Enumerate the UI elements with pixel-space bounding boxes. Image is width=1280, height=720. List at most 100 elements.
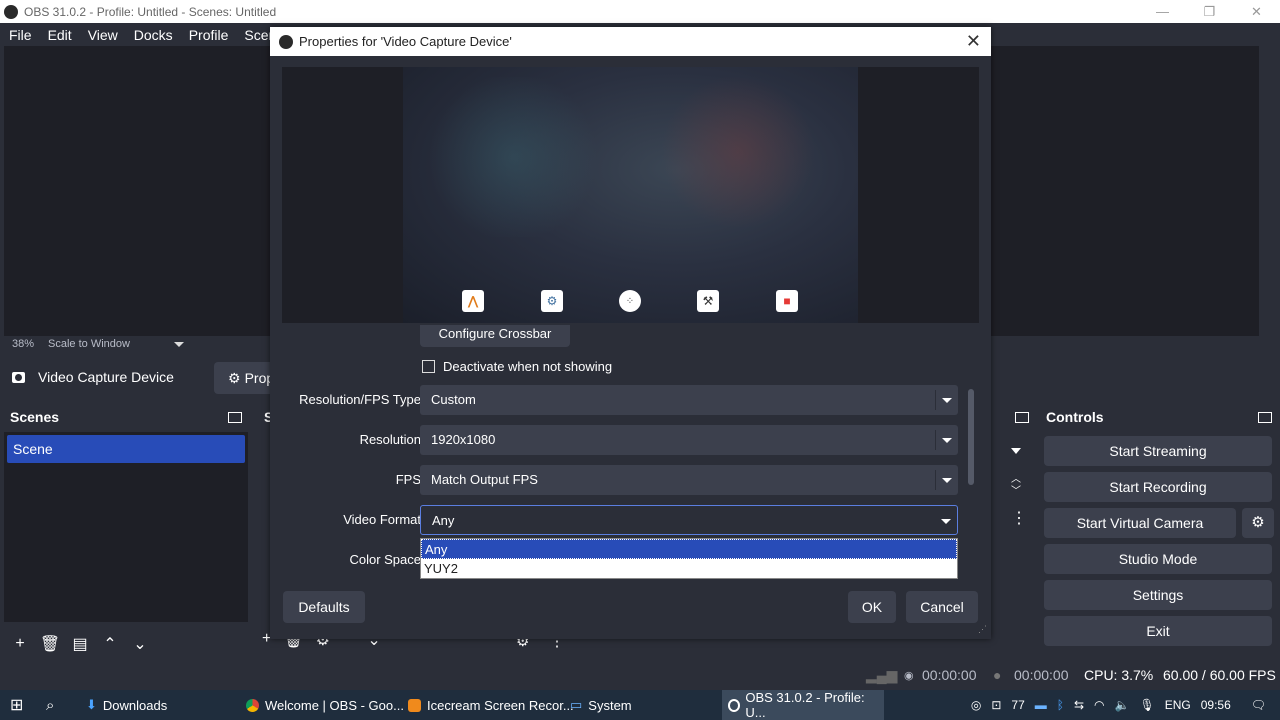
window-controls: — ❐ ✕ [1139, 0, 1280, 23]
audio-mixer-header [991, 406, 1037, 428]
start-button[interactable]: ⊞ [10, 690, 23, 720]
menu-profile[interactable]: Profile [181, 27, 237, 43]
undock-icon[interactable] [228, 411, 242, 423]
selected-source: Video Capture Device [12, 369, 174, 385]
title-bar: OBS 31.0.2 - Profile: Untitled - Scenes:… [0, 0, 1280, 23]
resolution-select[interactable]: 1920x1080 [420, 425, 958, 455]
record-app-icon: ■ [776, 290, 798, 312]
microphone-icon[interactable]: 🎙 [1139, 698, 1154, 712]
resolution-fps-type-row: Resolution/FPS Type Custom [282, 385, 979, 415]
deactivate-checkbox-row[interactable]: Deactivate when not showing [422, 359, 612, 374]
filter-icon[interactable]: ▤ [70, 634, 90, 654]
add-scene-icon[interactable]: + [10, 634, 30, 654]
search-icon[interactable]: ⌕ [46, 690, 54, 720]
record-status-icon: ● [993, 667, 1002, 683]
tools-app-icon: ⚒ [697, 290, 719, 312]
obs-logo-icon [279, 34, 293, 49]
settings-button[interactable]: Settings [1044, 580, 1272, 610]
maximize-button[interactable]: ❐ [1186, 0, 1233, 23]
icecream-recorder-icon [408, 698, 421, 712]
scenes-toolbar: + 🗑 ▤ ⌃ ⌄ [10, 634, 150, 654]
start-streaming-button[interactable]: Start Streaming [1044, 436, 1272, 466]
minimize-button[interactable]: — [1139, 0, 1186, 23]
configure-crossbar-button[interactable]: Configure Crossbar [420, 325, 570, 347]
deactivate-label: Deactivate when not showing [443, 359, 613, 374]
chrome-icon [246, 698, 259, 712]
menu-file[interactable]: File [0, 27, 40, 43]
taskbar-app-obs[interactable]: OBS 31.0.2 - Profile: U... [722, 690, 884, 720]
network-share-icon[interactable]: ⇆ [1074, 698, 1084, 712]
undock-icon[interactable] [1258, 411, 1272, 423]
menu-docks[interactable]: Docks [126, 27, 181, 43]
fps-readout: 60.00 / 60.00 FPS [1163, 667, 1276, 683]
chevron-down-icon [942, 398, 952, 403]
dialog-title: Properties for 'Video Capture Device' [299, 34, 512, 49]
resize-grip-icon[interactable]: ⋰ [978, 624, 987, 635]
settings-app-icon: ⚙ [541, 290, 563, 312]
zoom-level: 38% [12, 338, 35, 350]
obs-tray-icon[interactable]: ◎ [971, 698, 981, 712]
screenshot-tray-icon[interactable]: ⊡ [991, 698, 1001, 712]
controls-dock-header: Controls [1040, 406, 1280, 428]
scenes-list: Scene [4, 432, 248, 622]
fps-select[interactable]: Match Output FPS [420, 465, 958, 495]
move-up-icon[interactable]: ⌃ [100, 634, 120, 654]
select-value: 1920x1080 [431, 432, 496, 447]
scrollbar-thumb[interactable] [968, 389, 974, 485]
start-virtual-camera-button[interactable]: Start Virtual Camera [1044, 508, 1236, 538]
select-value: Custom [431, 392, 476, 407]
stepper-icon[interactable]: ︿ ﹀ [1011, 474, 1021, 498]
language-indicator[interactable]: ENG [1165, 698, 1191, 712]
properties-scrollbar[interactable] [967, 327, 975, 485]
trash-icon[interactable]: 🗑 [40, 634, 60, 654]
close-button[interactable]: ✕ [1233, 0, 1280, 23]
start-recording-button[interactable]: Start Recording [1044, 472, 1272, 502]
sources-dock: S [256, 406, 273, 660]
taskbar-app-system[interactable]: ▭ System [564, 690, 638, 720]
resolution-fps-type-select[interactable]: Custom [420, 385, 958, 415]
tray-counter[interactable]: 77 [1011, 698, 1024, 712]
taskbar-app-label: Downloads [102, 697, 168, 713]
taskbar-app-label: Icecream Screen Recor... [427, 697, 574, 713]
bluetooth-icon[interactable]: ᛒ [1057, 698, 1064, 712]
more-options-icon[interactable]: ⋮ [1011, 508, 1027, 528]
exit-button[interactable]: Exit [1044, 616, 1272, 646]
taskbar-app-icecream[interactable]: Icecream Screen Recor... [402, 690, 580, 720]
taskbar-app-downloads[interactable]: ⬇ Downloads [80, 690, 173, 720]
scenes-dock: Scenes Scene + 🗑 ▤ ⌃ ⌄ [2, 406, 250, 660]
window-title: OBS 31.0.2 - Profile: Untitled - Scenes:… [24, 4, 277, 19]
chevron-down-icon[interactable] [173, 341, 184, 347]
dialog-close-button[interactable]: ✕ [966, 31, 981, 52]
resolution-row: Resolution 1920x1080 [282, 425, 979, 455]
dropdown-option[interactable]: Any [421, 539, 957, 559]
menu-edit[interactable]: Edit [40, 27, 80, 43]
notifications-icon[interactable]: 🗨 [1251, 698, 1266, 712]
ok-button[interactable]: OK [848, 591, 896, 623]
taskbar-app-chrome[interactable]: Welcome | OBS - Goo... [240, 690, 410, 720]
cpu-usage: CPU: 3.7% [1084, 667, 1154, 683]
scenes-dock-header: Scenes [2, 406, 250, 428]
cancel-button[interactable]: Cancel [906, 591, 978, 623]
gear-icon: ⚙ [228, 369, 241, 386]
video-format-select[interactable]: Any [420, 505, 958, 535]
dialog-title-bar: Properties for 'Video Capture Device' ✕ [270, 27, 991, 56]
menu-view[interactable]: View [80, 27, 126, 43]
deactivate-checkbox[interactable] [422, 360, 435, 373]
move-down-icon[interactable]: ⌄ [130, 634, 150, 654]
defaults-button[interactable]: Defaults [283, 591, 365, 623]
field-label: Resolution/FPS Type [299, 392, 421, 407]
stream-time: 00:00:00 [922, 667, 977, 683]
scene-list-item[interactable]: Scene [7, 435, 245, 463]
virtual-camera-settings-button[interactable]: ⚙ [1242, 508, 1274, 538]
record-time: 00:00:00 [1014, 667, 1069, 683]
scale-mode-select[interactable]: Scale to Window [48, 338, 130, 350]
properties-button[interactable]: ⚙ Prop [214, 362, 274, 394]
clock[interactable]: 09:56 [1201, 698, 1231, 712]
studio-mode-button[interactable]: Studio Mode [1044, 544, 1272, 574]
undock-icon[interactable] [1015, 411, 1029, 423]
storage-icon[interactable]: ▬ [1035, 698, 1047, 712]
wifi-icon[interactable]: ◠ [1094, 698, 1104, 712]
chevron-down-icon[interactable] [1011, 448, 1021, 454]
dropdown-option[interactable]: YUY2 [421, 559, 957, 579]
volume-icon[interactable]: 🔈 [1115, 698, 1130, 712]
